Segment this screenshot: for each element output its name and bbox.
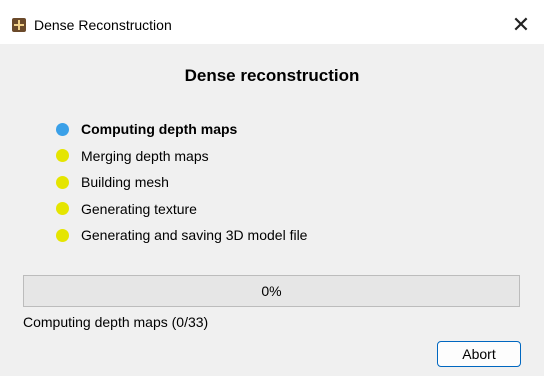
status-text: Computing depth maps (0/33) [23, 314, 209, 330]
step-label: Computing depth maps [81, 121, 238, 138]
step-generating-texture: Generating texture [56, 196, 307, 223]
status-dot-icon [56, 149, 69, 163]
step-label: Building mesh [81, 174, 169, 191]
abort-button[interactable]: Abort [437, 341, 521, 367]
step-label: Generating texture [81, 200, 197, 217]
step-label: Merging depth maps [81, 147, 209, 164]
progress-bar: 0% [23, 275, 520, 307]
progress-percent: 0% [261, 283, 282, 299]
status-dot-icon [56, 202, 69, 216]
step-label: Generating and saving 3D model file [81, 227, 308, 244]
window-title: Dense Reconstruction [34, 17, 172, 33]
status-dot-icon [56, 228, 69, 242]
dense-reconstruction-dialog: Dense Reconstruction ✕ Dense reconstruct… [0, 0, 544, 376]
step-list: Computing depth maps Merging depth maps … [56, 116, 307, 249]
app-icon [12, 18, 26, 32]
status-dot-icon [56, 175, 69, 189]
dialog-heading: Dense reconstruction [184, 66, 360, 85]
step-merging-depth-maps: Merging depth maps [56, 143, 307, 170]
step-building-mesh: Building mesh [56, 169, 307, 196]
close-button[interactable]: ✕ [498, 6, 544, 44]
step-saving-3d-model: Generating and saving 3D model file [56, 222, 307, 249]
status-dot-icon [56, 122, 69, 136]
title-bar[interactable]: Dense Reconstruction ✕ [0, 0, 544, 44]
step-computing-depth-maps: Computing depth maps [56, 116, 307, 143]
